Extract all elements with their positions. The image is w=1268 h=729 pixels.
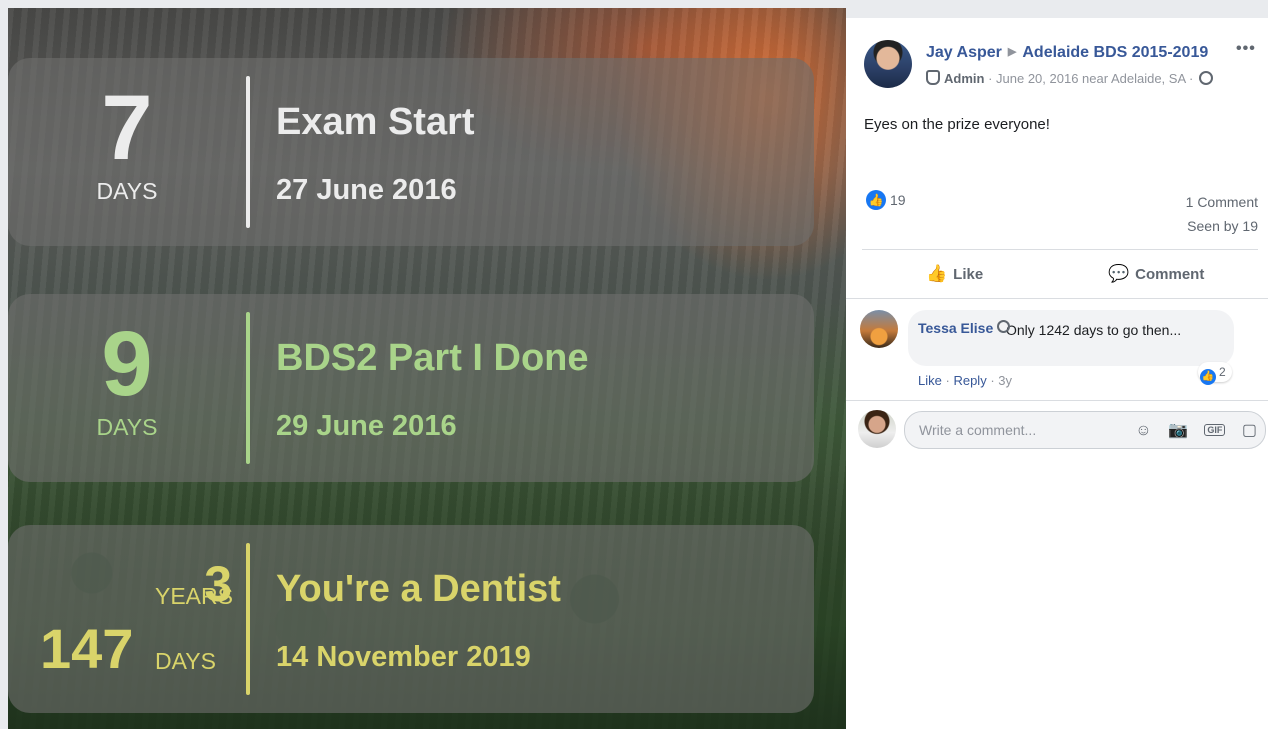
current-user-avatar — [858, 410, 896, 448]
comment-button-label: Comment — [1135, 266, 1205, 283]
comment-reply-link[interactable]: Reply — [953, 373, 986, 388]
countdown-days-number: 147 — [40, 617, 134, 680]
badge-icon — [997, 320, 1011, 333]
comment-age[interactable]: 3y — [998, 373, 1012, 388]
comment-actions: Like · Reply · 3y — [918, 373, 1013, 388]
thumbs-up-icon: 👍 — [926, 264, 948, 283]
arrow-right-icon: ▶ — [1007, 46, 1017, 58]
like-button-label: Like — [953, 266, 984, 283]
comment-bubble: Only 1242 days to go then... Tessa Elise — [908, 310, 1234, 366]
left-margin — [0, 0, 8, 729]
group-name-link[interactable]: Adelaide BDS 2015-2019 — [1022, 44, 1208, 61]
countdown-title: Exam Start — [276, 101, 475, 143]
countdown-date: 27 June 2016 — [276, 174, 457, 206]
gif-icon[interactable]: GIF — [1204, 424, 1226, 436]
seen-by-count[interactable]: Seen by 19 — [1187, 218, 1258, 234]
countdown-card-exam: 7 DAYS Exam Start 27 June 2016 — [8, 58, 814, 246]
countdown-unit: DAYS — [96, 414, 158, 440]
comment-input-placeholder: Write a comment... — [919, 422, 1037, 438]
countdown-days-unit: DAYS — [155, 648, 216, 674]
more-options-icon[interactable]: ••• — [1236, 40, 1256, 58]
countdown-divider — [246, 76, 250, 228]
composer-icons: ☺ 📷 GIF ▢ — [1123, 420, 1257, 440]
comment-body: Only 1242 days to go then... — [1006, 322, 1182, 338]
comment-count-link[interactable]: 1 Comment — [1186, 194, 1258, 210]
author-avatar[interactable] — [864, 40, 912, 88]
emoji-icon[interactable]: ☺ — [1135, 422, 1151, 440]
countdown-number: 7 — [101, 77, 153, 179]
post-header: Jay Asper ▶ Adelaide BDS 2015-2019 — [926, 44, 1208, 62]
facebook-post-panel: Jay Asper ▶ Adelaide BDS 2015-2019 ••• Adm… — [846, 18, 1268, 729]
countdown-title: You're a Dentist — [276, 568, 561, 610]
countdown-number: 9 — [101, 313, 153, 415]
commenter-name-link[interactable]: Tessa Elise — [918, 320, 1011, 336]
comment-button[interactable]: 💬 Comment — [1108, 264, 1204, 284]
countdown-title: BDS2 Part I Done — [276, 337, 589, 379]
post-timestamp-location[interactable]: · June 20, 2016 near Adelaide, SA · — [988, 71, 1193, 86]
countdown-date: 14 November 2019 — [276, 641, 531, 673]
globe-icon[interactable] — [1198, 71, 1213, 85]
sticker-icon[interactable]: ▢ — [1242, 420, 1257, 440]
countdown-divider — [246, 312, 250, 464]
divider — [846, 298, 1268, 299]
like-button[interactable]: 👍 Like — [926, 264, 983, 284]
admin-badge: Admin — [944, 71, 985, 86]
top-margin — [0, 0, 1268, 8]
comment-reactions[interactable]: 👍 2 — [1198, 362, 1232, 385]
like-reaction-icon: 👍 — [1200, 369, 1216, 385]
post-message: Eyes on the prize everyone! — [864, 116, 1050, 133]
countdown-unit: DAYS — [96, 178, 158, 204]
countdown-card-bds2: 9 DAYS BDS2 Part I Done 29 June 2016 — [8, 294, 814, 482]
countdown-years-unit: YEARS — [155, 583, 233, 609]
like-count[interactable]: 19 — [890, 192, 906, 208]
divider — [862, 249, 1258, 250]
speech-bubble-icon: 💬 — [1108, 264, 1130, 283]
commenter-name[interactable]: Tessa Elise — [918, 320, 993, 336]
comment-input[interactable]: Write a comment... ☺ 📷 GIF ▢ — [904, 411, 1266, 449]
countdown-card-dentist: 3 YEARS 147 DAYS You're a Dentist 14 Nov… — [8, 525, 814, 713]
post-meta: Admin · June 20, 2016 near Adelaide, SA … — [926, 70, 1213, 86]
comment-reaction-count: 2 — [1219, 365, 1226, 379]
author-name-link[interactable]: Jay Asper — [926, 44, 1002, 61]
comment-like-link[interactable]: Like — [918, 373, 942, 388]
camera-icon[interactable]: 📷 — [1168, 420, 1188, 440]
admin-shield-icon — [926, 70, 940, 85]
divider — [846, 400, 1268, 401]
countdown-date: 29 June 2016 — [276, 410, 457, 442]
commenter-avatar[interactable] — [860, 310, 898, 348]
countdown-divider — [246, 543, 250, 695]
like-reaction-icon[interactable]: 👍 — [866, 190, 886, 210]
